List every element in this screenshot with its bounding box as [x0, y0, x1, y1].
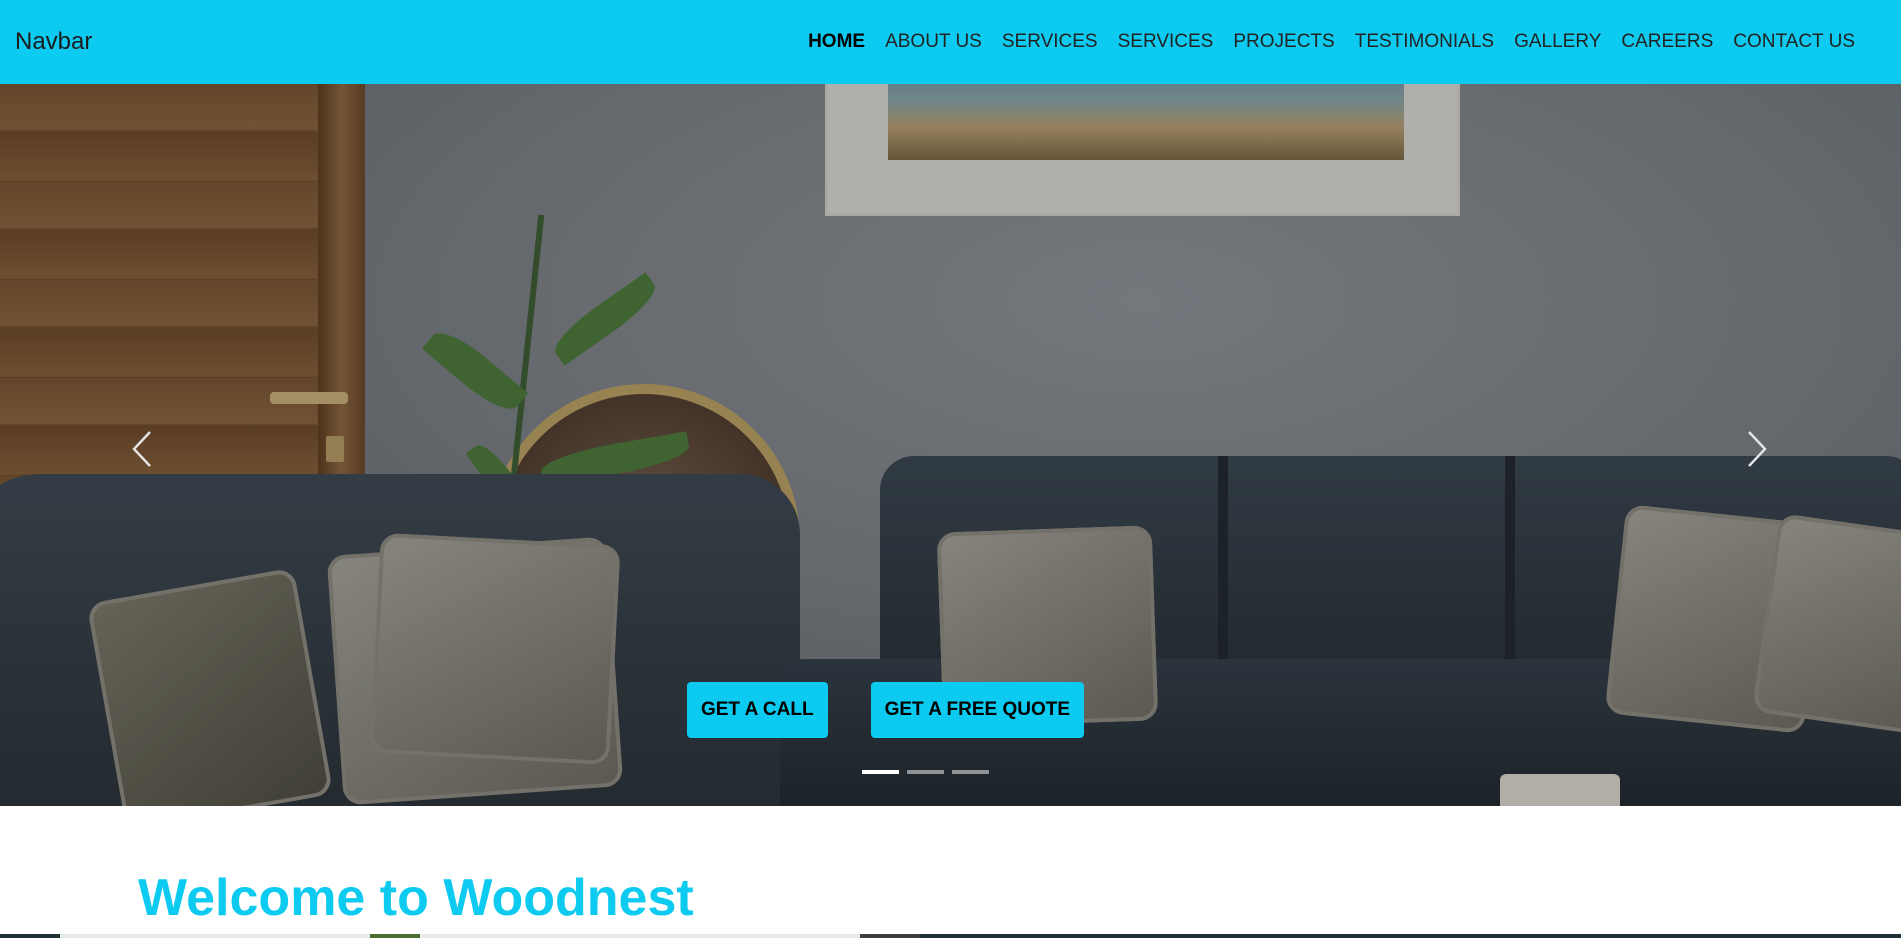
get-free-quote-button[interactable]: GET A FREE QUOTE	[870, 682, 1085, 738]
welcome-heading: Welcome to Woodnest	[138, 869, 694, 927]
navbar-brand[interactable]: Navbar	[15, 28, 92, 56]
nav-link-testimonials[interactable]: TESTIMONIALS	[1345, 31, 1504, 53]
nav-link-about-us[interactable]: ABOUT US	[875, 31, 992, 53]
carousel-indicator-2[interactable]	[907, 770, 944, 774]
chevron-left-icon	[132, 431, 151, 467]
hero-cta-group: GET A CALL GET A FREE QUOTE	[0, 682, 1901, 738]
carousel-prev-button[interactable]	[112, 404, 172, 494]
carousel-indicator-3[interactable]	[952, 770, 989, 774]
get-a-call-button[interactable]: GET A CALL	[686, 682, 828, 738]
hero-carousel: GET A CALL GET A FREE QUOTE	[0, 84, 1901, 806]
nav-link-projects[interactable]: PROJECTS	[1223, 31, 1344, 53]
nav-link-gallery[interactable]: GALLERY	[1504, 31, 1611, 53]
carousel-next-button[interactable]	[1727, 404, 1787, 494]
nav-links: HOME ABOUT US SERVICES SERVICES PROJECTS…	[798, 31, 1865, 53]
nav-link-contact-us[interactable]: CONTACT US	[1723, 31, 1865, 53]
navbar: Navbar HOME ABOUT US SERVICES SERVICES P…	[0, 0, 1901, 84]
nav-link-home[interactable]: HOME	[798, 31, 875, 53]
chevron-right-icon	[1748, 431, 1767, 467]
carousel-indicator-1[interactable]	[862, 770, 899, 774]
next-section-edge	[0, 934, 1901, 938]
nav-link-services[interactable]: SERVICES	[992, 31, 1108, 53]
nav-link-services-2[interactable]: SERVICES	[1108, 31, 1224, 53]
carousel-indicators	[0, 770, 1901, 774]
nav-link-careers[interactable]: CAREERS	[1611, 31, 1723, 53]
